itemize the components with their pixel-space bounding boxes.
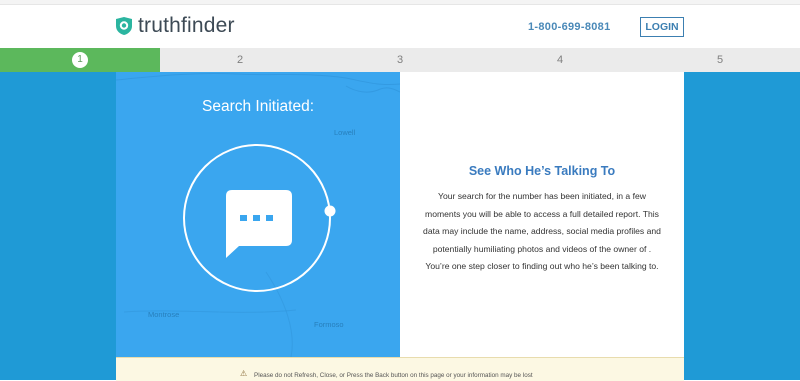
chat-bubble-icon xyxy=(226,190,292,258)
truthfinder-logo-icon xyxy=(116,17,132,35)
step-3: 3 xyxy=(396,54,404,66)
site-header: truthfinder 1-800-699-8081 LOGIN xyxy=(0,5,800,48)
warning-icon: ⚠ xyxy=(240,369,248,378)
info-panel: See Who He’s Talking To Your search for … xyxy=(400,72,684,357)
info-body: Your search for the number has been init… xyxy=(423,191,661,272)
step-4: 4 xyxy=(556,54,564,66)
logo-text: truthfinder xyxy=(138,14,235,37)
step-5: 5 xyxy=(716,54,724,66)
warning-text: Please do not Refresh, Close, or Press t… xyxy=(254,372,533,379)
phone-number-link[interactable]: 1-800-699-8081 xyxy=(528,21,610,33)
truthfinder-logo[interactable]: truthfinder xyxy=(114,14,235,37)
login-button[interactable]: LOGIN xyxy=(640,17,684,37)
step-2: 2 xyxy=(236,54,244,66)
step-1: 1 xyxy=(0,48,160,72)
info-title: See Who He’s Talking To xyxy=(468,164,616,178)
search-panel: Lowell Montrose Formoso Search Initiated… xyxy=(116,72,400,357)
step-1-number: 1 xyxy=(72,52,88,68)
progress-ring xyxy=(183,144,336,292)
progress-steps: 1 2 3 4 5 xyxy=(0,48,800,72)
search-status-card: Lowell Montrose Formoso Search Initiated… xyxy=(116,72,684,357)
